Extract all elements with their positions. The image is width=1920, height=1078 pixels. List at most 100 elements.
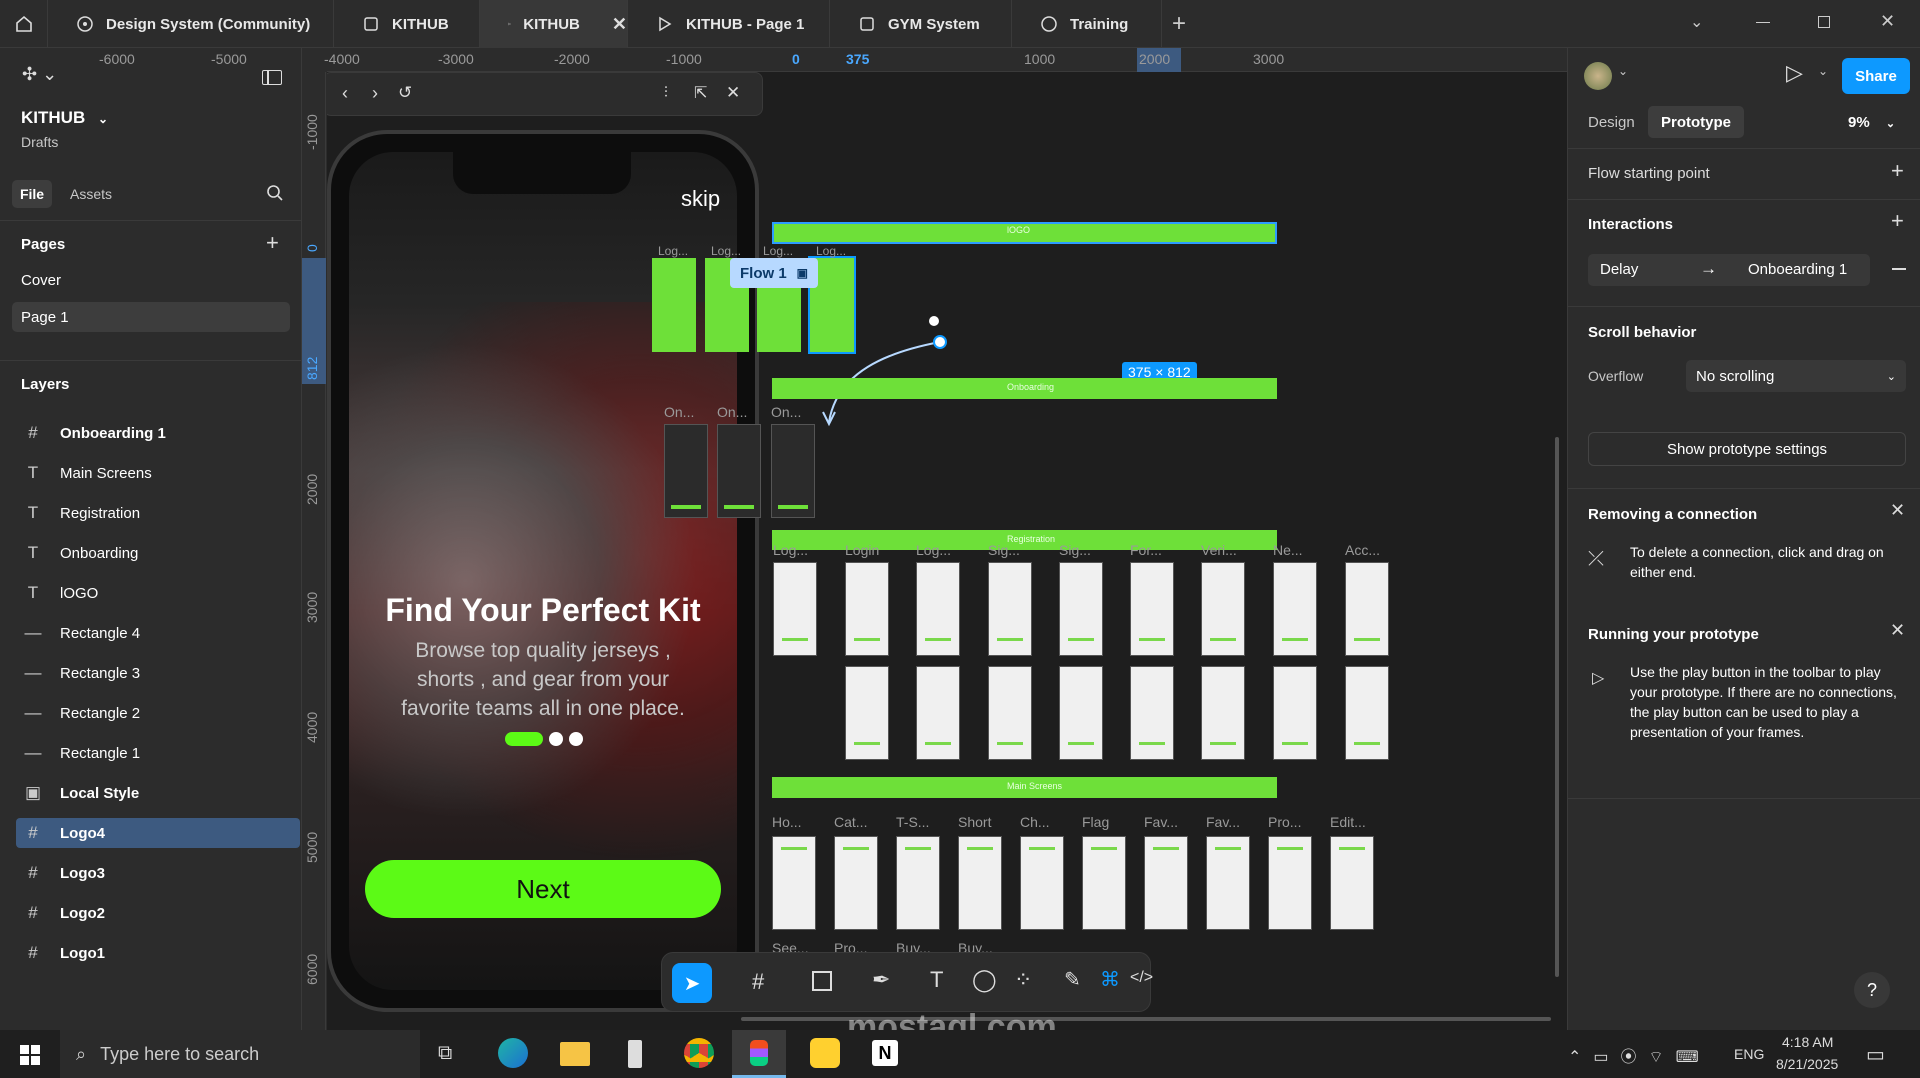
tab-kithub-active[interactable]: KITHUB ✕ <box>480 0 628 48</box>
registration-frame[interactable] <box>916 562 960 656</box>
overflow-select[interactable]: No scrolling ⌄ <box>1686 360 1906 392</box>
add-page-icon[interactable]: + <box>266 230 279 256</box>
present-dropdown-icon[interactable]: ⌄ <box>1818 64 1828 78</box>
registration-frame[interactable] <box>845 562 889 656</box>
page-item-page1[interactable]: Page 1 <box>12 302 290 332</box>
rectangle-tool-icon[interactable] <box>812 971 832 991</box>
clock-date[interactable]: 8/21/2025 <box>1776 1056 1838 1072</box>
skip-link[interactable]: skip <box>681 186 720 212</box>
close-window-icon[interactable]: ✕ <box>1880 11 1895 32</box>
main-screen-frame[interactable] <box>1020 836 1064 930</box>
main-screen-frame[interactable] <box>1206 836 1250 930</box>
design-mode-icon[interactable]: ⌘ <box>1100 967 1120 992</box>
registration-frame[interactable] <box>1345 666 1389 760</box>
forward-icon[interactable]: › <box>372 83 378 104</box>
dismiss-running-icon[interactable]: ✕ <box>1890 620 1905 641</box>
dev-mode-icon[interactable]: </> <box>1130 969 1153 987</box>
interaction-row[interactable]: Delay → Onboearding 1 <box>1588 254 1870 286</box>
layer-item[interactable]: T Onboarding <box>16 538 300 568</box>
file-name[interactable]: KITHUB ⌄ <box>21 108 108 128</box>
search-icon[interactable] <box>266 184 284 207</box>
main-screen-frame[interactable] <box>1330 836 1374 930</box>
registration-frame[interactable] <box>1059 562 1103 656</box>
chrome-icon[interactable] <box>684 1038 714 1068</box>
minimize-icon[interactable] <box>1756 22 1770 23</box>
registration-frame[interactable] <box>845 666 889 760</box>
layer-item[interactable]: T Registration <box>16 498 300 528</box>
taskbar-search[interactable]: ⌕ Type here to search <box>60 1030 420 1078</box>
avatar-dropdown-icon[interactable]: ⌄ <box>1618 64 1628 78</box>
registration-frame[interactable] <box>1345 562 1389 656</box>
remove-interaction-icon[interactable] <box>1892 268 1906 270</box>
clock-time[interactable]: 4:18 AM <box>1782 1034 1833 1050</box>
close-preview-icon[interactable]: ✕ <box>726 83 740 103</box>
restore-icon[interactable] <box>1818 16 1830 28</box>
task-view-icon[interactable]: ⧉ <box>438 1042 452 1065</box>
share-button[interactable]: Share <box>1842 58 1910 94</box>
close-tab-icon[interactable]: ✕ <box>612 14 627 35</box>
open-external-icon[interactable]: ⇱ <box>694 83 707 103</box>
options-icon[interactable]: ⫶ <box>664 84 668 101</box>
registration-frame[interactable] <box>1273 562 1317 656</box>
comment-tool-icon[interactable]: ◯ <box>972 967 997 993</box>
canvas[interactable]: ‹ › ↺ ⫶ ⇱ ✕ skip Find Your Perfect Kit B… <box>327 72 1567 1030</box>
registration-frame[interactable] <box>1130 666 1174 760</box>
dismiss-removing-icon[interactable]: ✕ <box>1890 500 1905 521</box>
show-prototype-settings-button[interactable]: Show prototype settings <box>1588 432 1906 466</box>
layer-item[interactable]: ▣ Local Style <box>16 778 300 808</box>
main-screen-frame[interactable] <box>772 836 816 930</box>
main-screen-frame[interactable] <box>834 836 878 930</box>
help-button[interactable]: ? <box>1854 972 1890 1008</box>
next-button[interactable]: Next <box>365 860 721 918</box>
notion-icon[interactable]: N <box>872 1040 898 1066</box>
tab-prototype[interactable]: Prototype <box>1648 106 1744 138</box>
tab-kithub-page1[interactable]: KITHUB - Page 1 <box>628 0 830 48</box>
layer-item[interactable]: # Logo2 <box>16 898 300 928</box>
text-tool-icon[interactable]: T <box>930 967 943 993</box>
tab-design[interactable]: Design <box>1588 114 1635 131</box>
main-screen-frame[interactable] <box>896 836 940 930</box>
home-icon[interactable] <box>0 0 48 48</box>
layer-item[interactable]: # Logo3 <box>16 858 300 888</box>
windows-start-icon[interactable] <box>20 1045 40 1065</box>
main-screen-frame[interactable] <box>1144 836 1188 930</box>
main-screen-frame[interactable] <box>1082 836 1126 930</box>
registration-frame[interactable] <box>1201 666 1245 760</box>
figma-taskbar-icon[interactable] <box>732 1030 786 1078</box>
tab-gym-system[interactable]: GYM System <box>830 0 1012 48</box>
layer-item[interactable]: — Rectangle 1 <box>16 738 300 768</box>
move-tool-button[interactable]: ➤ <box>672 963 712 1003</box>
back-icon[interactable]: ‹ <box>342 83 348 104</box>
layer-item[interactable]: — Rectangle 2 <box>16 698 300 728</box>
draw-mode-icon[interactable]: ✎ <box>1064 967 1081 992</box>
tabs-dropdown-icon[interactable]: ⌄ <box>1690 12 1703 32</box>
registration-frame[interactable] <box>916 666 960 760</box>
registration-frame[interactable] <box>1059 666 1103 760</box>
sidebar-toggle-icon[interactable] <box>262 70 282 85</box>
notifications-icon[interactable]: ▭ <box>1866 1042 1885 1067</box>
layer-item[interactable]: — Rectangle 4 <box>16 618 300 648</box>
present-icon[interactable]: ▷ <box>1786 60 1803 86</box>
registration-frame[interactable] <box>988 666 1032 760</box>
app-icon[interactable] <box>628 1040 642 1068</box>
restart-icon[interactable]: ↺ <box>398 83 412 103</box>
flow-badge[interactable]: Flow 1 ▣ <box>730 258 818 288</box>
miro-icon[interactable] <box>810 1038 840 1068</box>
tab-assets[interactable]: Assets <box>70 186 112 202</box>
avatar[interactable] <box>1584 62 1612 90</box>
file-explorer-icon[interactable] <box>560 1042 590 1066</box>
tab-design-system[interactable]: Design System (Community) <box>48 0 334 48</box>
layer-item[interactable]: TlOGO <box>16 578 300 608</box>
onboarding-frame[interactable] <box>717 424 761 518</box>
new-tab-icon[interactable]: + <box>1172 10 1186 38</box>
vertical-scrollbar[interactable] <box>1555 437 1559 977</box>
registration-frame[interactable] <box>1130 562 1174 656</box>
onboarding-frame[interactable] <box>664 424 708 518</box>
registration-frame[interactable] <box>773 562 817 656</box>
tab-training[interactable]: Training <box>1012 0 1162 48</box>
layer-item[interactable]: # Logo4 <box>16 818 300 848</box>
layer-item[interactable]: # Logo1 <box>16 938 300 968</box>
registration-frame[interactable] <box>988 562 1032 656</box>
edge-icon[interactable] <box>498 1038 528 1068</box>
zoom-level[interactable]: 9% ⌄ <box>1848 114 1895 131</box>
